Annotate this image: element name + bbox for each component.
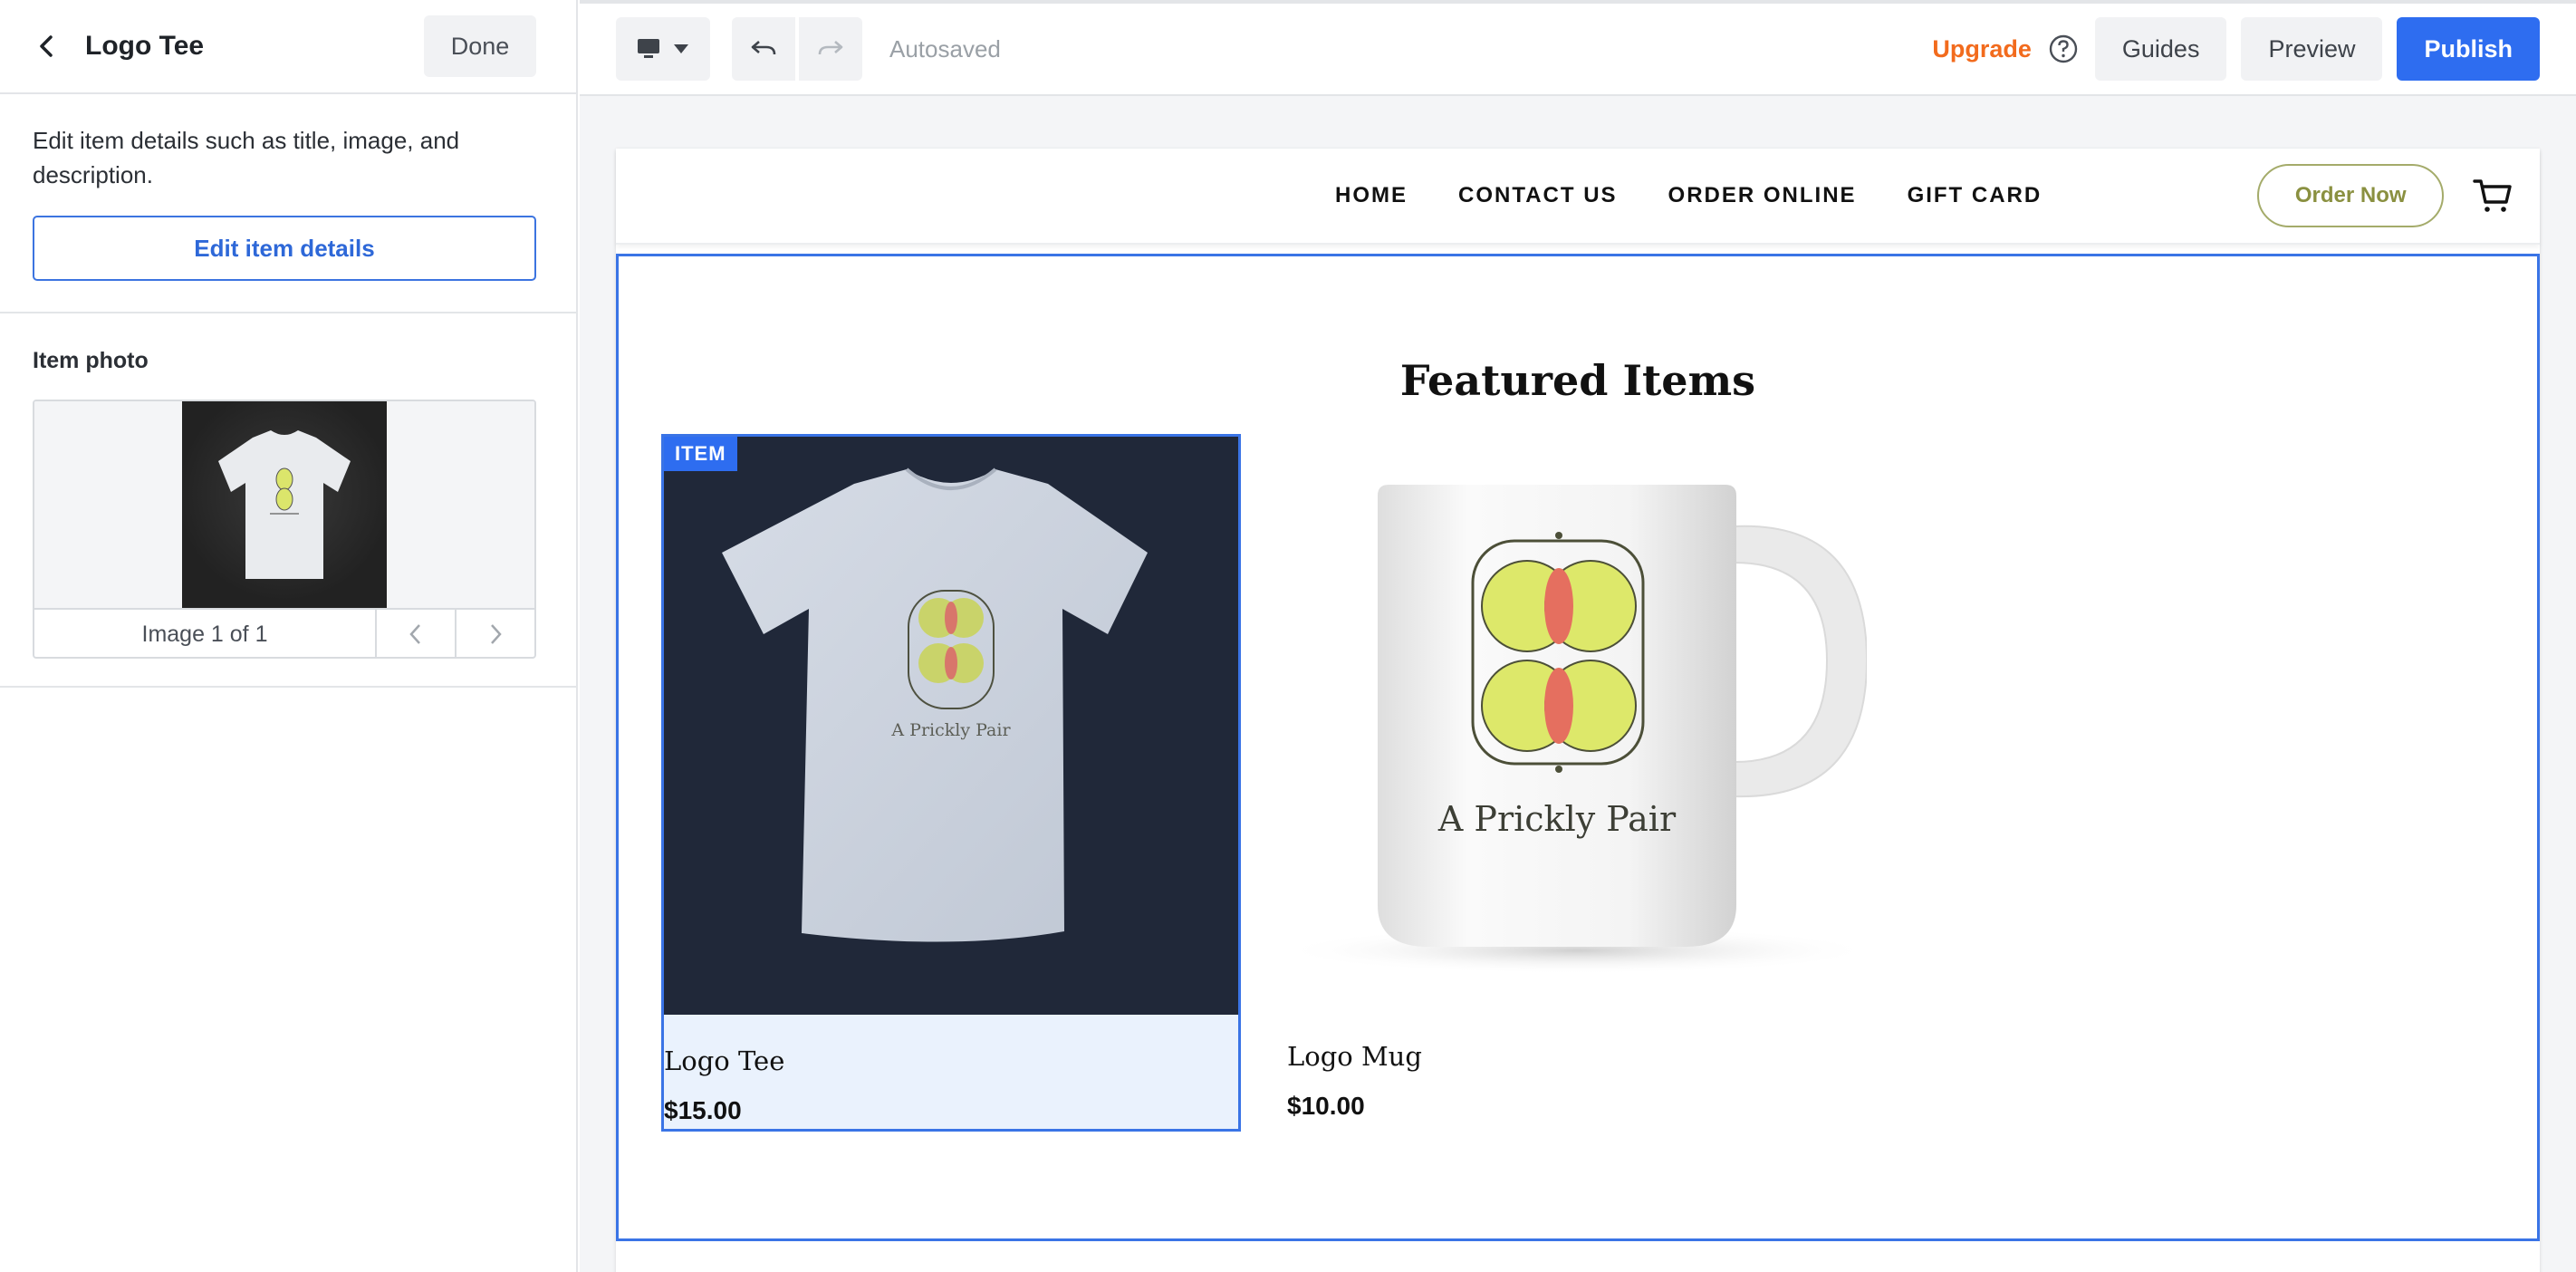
panel-description: Edit item details such as title, image, … [33, 127, 460, 188]
item-details-section: Edit item details such as title, image, … [0, 94, 576, 313]
photo-carousel: Image 1 of 1 [33, 400, 536, 659]
nav-link-contact[interactable]: CONTACT US [1458, 183, 1618, 208]
nav-link-order-online[interactable]: ORDER ONLINE [1668, 183, 1857, 208]
photo-preview [34, 401, 534, 608]
tee-logo-text: A Prickly Pair [890, 720, 1011, 740]
mug-logo-text: A Prickly Pair [1437, 799, 1677, 839]
device-toggle-button[interactable] [616, 17, 710, 81]
desktop-icon [638, 39, 659, 58]
upgrade-link[interactable]: Upgrade [1932, 35, 2032, 63]
section-title: Featured Items [1399, 356, 1756, 405]
help-icon[interactable] [2048, 34, 2079, 64]
site-preview: HOME CONTACT US ORDER ONLINE GIFT CARD O… [616, 149, 2540, 1272]
next-image-button[interactable] [457, 610, 534, 657]
item-photo-label: Item photo [33, 348, 149, 373]
item-price: $10.00 [1287, 1092, 1365, 1120]
panel-title: Logo Tee [85, 31, 205, 61]
cart-icon[interactable] [2473, 178, 2513, 214]
tee-graphic: A Prickly Pair [722, 467, 1148, 942]
tee-thumbnail[interactable] [182, 401, 387, 608]
logo-tee-image: ITEM A Prickly Pair [664, 437, 1238, 1015]
item-price: $15.00 [664, 1096, 742, 1124]
panel-header: Logo Tee Done [0, 0, 576, 94]
item-name: Logo Tee [664, 1046, 785, 1076]
guides-button[interactable]: Guides [2094, 17, 2227, 81]
photo-nav: Image 1 of 1 [34, 608, 534, 657]
mug-graphic: A Prickly Pair [1278, 485, 1876, 974]
item-card-logo-tee[interactable]: ITEM A Prickly Pair Logo Tee $15.00 [661, 434, 1241, 1132]
nav-link-gift-card[interactable]: GIFT CARD [1908, 183, 2043, 208]
logo-mug-image: A Prickly Pair [1278, 434, 1876, 1014]
item-badge: ITEM [664, 437, 737, 471]
editor-canvas: HOME CONTACT US ORDER ONLINE GIFT CARD O… [580, 96, 2576, 1272]
preview-button[interactable]: Preview [2241, 17, 2383, 81]
redo-icon [818, 41, 843, 55]
nav-link-home[interactable]: HOME [1335, 183, 1408, 208]
site-header: HOME CONTACT US ORDER ONLINE GIFT CARD O… [616, 149, 2540, 245]
chevron-right-icon [491, 624, 502, 644]
edit-item-details-button[interactable]: Edit item details [33, 216, 536, 281]
featured-items-section[interactable]: Featured Items ITEM A Prickly Pair Logo … [616, 254, 2540, 1241]
chevron-left-icon [409, 624, 420, 644]
caret-down-icon [674, 44, 688, 53]
chevron-left-icon[interactable] [33, 32, 62, 61]
redo-button[interactable] [799, 17, 862, 81]
item-card-logo-mug[interactable]: A Prickly Pair Logo Mug $10.00 [1278, 434, 1876, 1121]
toolbar-actions: Upgrade Guides Preview Publish [1932, 17, 2540, 81]
left-panel: Logo Tee Done Edit item details such as … [0, 0, 578, 1272]
autosave-status: Autosaved [889, 34, 1001, 63]
site-nav-links: HOME CONTACT US ORDER ONLINE GIFT CARD [1335, 183, 2092, 208]
undo-button[interactable] [732, 17, 795, 81]
item-photo-section: Item photo Image 1 of 1 [0, 313, 576, 688]
undo-icon [751, 41, 776, 55]
editor-toolbar: Autosaved Upgrade Guides Preview Publish [580, 0, 2576, 96]
prev-image-button[interactable] [377, 610, 457, 657]
order-now-button[interactable]: Order Now [2257, 164, 2445, 227]
image-count: Image 1 of 1 [34, 610, 377, 657]
item-name: Logo Mug [1287, 1041, 1422, 1072]
tee-thumbnail-image [218, 430, 351, 579]
done-button[interactable]: Done [424, 15, 536, 77]
publish-button[interactable]: Publish [2397, 17, 2540, 81]
